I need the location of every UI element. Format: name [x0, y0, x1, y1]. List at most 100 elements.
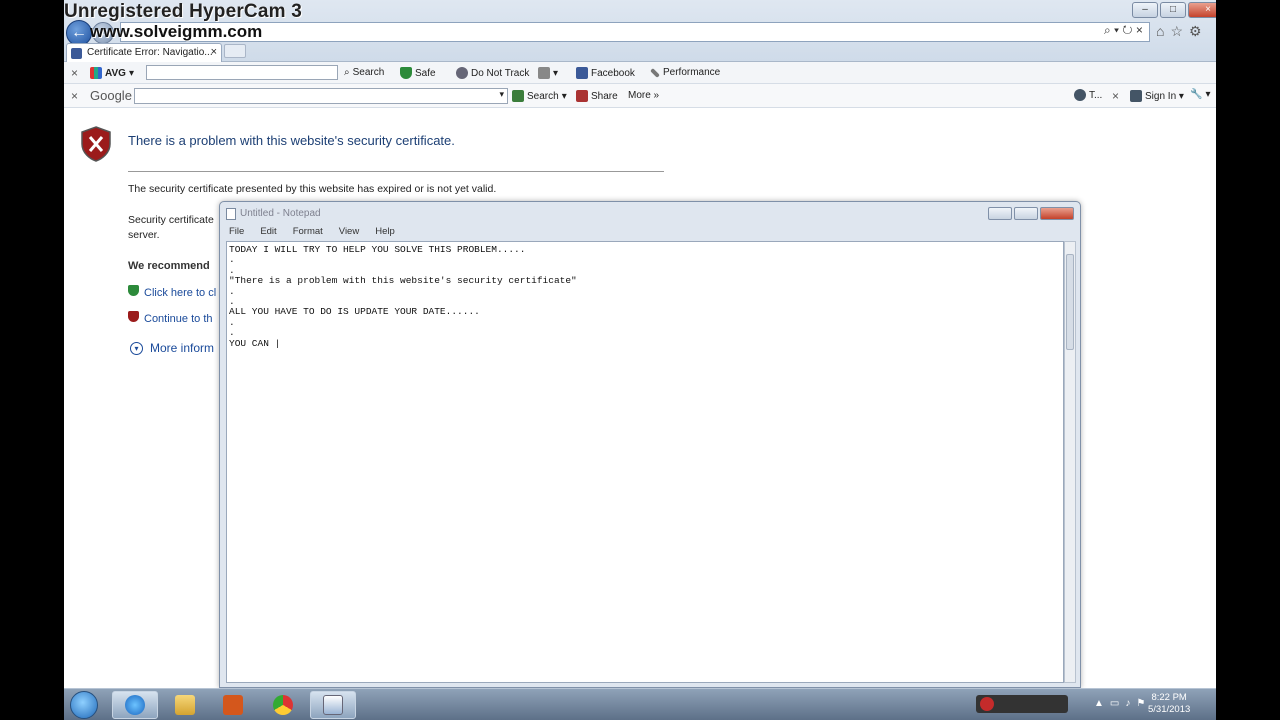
close-window-button[interactable]: × — [1188, 2, 1216, 18]
search-icon — [512, 90, 524, 102]
favorites-icon[interactable]: ☆ — [1170, 23, 1183, 40]
translate-icon — [1074, 89, 1086, 101]
shield-error-icon — [81, 126, 111, 162]
internet-explorer-icon — [125, 695, 145, 715]
user-icon — [1130, 90, 1142, 102]
avg-toolbar: × AVG ▾ ⌕ Search Safe Do Not Track ▾ Fac… — [64, 62, 1216, 84]
hypercam-tray[interactable] — [976, 695, 1068, 713]
maximize-button[interactable]: □ — [1160, 2, 1186, 18]
error-description: The security certificate presented by th… — [128, 183, 497, 195]
tab-close-icon[interactable]: × — [211, 46, 217, 58]
vertical-scrollbar[interactable] — [1064, 241, 1076, 683]
facebook-button[interactable]: Facebook — [576, 67, 635, 79]
wrench-button[interactable]: 🔧 ▾ — [1190, 89, 1210, 100]
share-button[interactable]: Share — [576, 90, 618, 102]
clipboard-button[interactable]: ▾ — [538, 67, 558, 79]
error-detail: Security certificate server. — [128, 214, 214, 241]
google-logo: Google — [90, 88, 132, 103]
avg-search-input[interactable] — [146, 65, 338, 80]
notepad-window: Untitled - Notepad File Edit Format View… — [219, 201, 1081, 688]
facebook-icon — [576, 67, 588, 79]
new-tab-button[interactable] — [224, 44, 246, 58]
menu-format[interactable]: Format — [290, 226, 326, 240]
screen: ← → ⌕ ▾ ↻ × ⌂ ☆ ⚙ – □ × Certificate Erro… — [64, 0, 1216, 720]
green-shield-icon — [128, 285, 139, 296]
google-search-input[interactable]: ▾ — [134, 88, 508, 104]
browser-right-icons: ⌂ ☆ ⚙ — [1156, 23, 1202, 40]
watermark-url: www.solveigmm.com — [90, 22, 263, 41]
chevron-down-icon[interactable]: ▾ — [130, 342, 143, 355]
menu-edit[interactable]: Edit — [257, 226, 279, 240]
media-icon — [223, 695, 243, 715]
page-title: There is a problem with this website's s… — [128, 133, 455, 148]
clipboard-icon — [538, 67, 550, 79]
menu-help[interactable]: Help — [372, 226, 398, 240]
clock[interactable]: 8:22 PM 5/31/2013 — [1148, 692, 1190, 716]
taskbar-chrome[interactable] — [260, 691, 306, 719]
google-toolbar: × Google ▾ Search ▾ Share More » T... × … — [64, 84, 1216, 108]
translate-button[interactable]: T... — [1074, 89, 1102, 101]
minimize-button[interactable] — [988, 207, 1012, 220]
notepad-window-controls — [988, 207, 1074, 220]
clock-time: 8:22 PM — [1151, 692, 1187, 703]
notepad-title: Untitled - Notepad — [240, 208, 321, 219]
letterbox-right — [1216, 0, 1280, 720]
close-webpage-link[interactable]: Click here to cl — [144, 287, 216, 299]
red-shield-icon — [128, 311, 139, 322]
close-icon[interactable]: × — [1112, 89, 1119, 103]
notepad-text-area[interactable]: TODAY I WILL TRY TO HELP YOU SOLVE THIS … — [226, 241, 1064, 683]
performance-button[interactable]: Performance — [650, 67, 720, 78]
start-button[interactable] — [70, 691, 98, 719]
share-icon — [576, 90, 588, 102]
shield-icon — [400, 67, 412, 79]
address-bar[interactable] — [120, 22, 1150, 42]
taskbar-explorer[interactable] — [162, 691, 208, 719]
notepad-icon — [226, 208, 236, 220]
more-button[interactable]: More » — [628, 90, 659, 101]
toolbar-close-icon[interactable]: × — [71, 66, 78, 80]
wrench-icon — [650, 67, 660, 78]
notepad-icon — [323, 695, 343, 715]
safe-button[interactable]: Safe — [400, 67, 436, 79]
recommendation-heading: We recommend — [128, 260, 210, 272]
address-tools[interactable]: ⌕ ▾ ↻ × — [1104, 23, 1143, 38]
close-window-button[interactable] — [1040, 207, 1074, 220]
avg-icon — [90, 67, 102, 79]
watermark-title: Unregistered HyperCam 3 — [64, 1, 302, 22]
continue-link[interactable]: Continue to th — [144, 313, 213, 325]
menu-view[interactable]: View — [336, 226, 362, 240]
toolbar-close-icon[interactable]: × — [71, 89, 78, 103]
facebook-favicon-icon — [71, 48, 82, 59]
avg-logo[interactable]: AVG ▾ — [90, 67, 134, 79]
minimize-button[interactable]: – — [1132, 2, 1158, 18]
google-search-button[interactable]: Search ▾ — [512, 90, 567, 102]
gear-icon[interactable]: ⚙ — [1189, 23, 1202, 40]
tab-certificate-error[interactable]: Certificate Error: Navigatio... × — [66, 43, 222, 62]
scrollbar-thumb[interactable] — [1066, 254, 1074, 350]
eye-icon — [456, 67, 468, 79]
taskbar: ▲▭♪⚑ 8:22 PM 5/31/2013 — [64, 688, 1216, 720]
window-controls: – □ × — [1132, 2, 1216, 18]
chrome-icon — [273, 695, 293, 715]
tab-title: Certificate Error: Navigatio... — [87, 47, 213, 58]
chevron-down-icon[interactable]: ▾ — [499, 89, 504, 100]
search-icon: ⌕ — [344, 67, 350, 78]
taskbar-media[interactable] — [210, 691, 256, 719]
wrench-icon: 🔧 — [1190, 89, 1203, 100]
menu-file[interactable]: File — [226, 226, 247, 240]
do-not-track-button[interactable]: Do Not Track — [456, 67, 529, 79]
home-icon[interactable]: ⌂ — [1156, 23, 1164, 40]
clock-date: 5/31/2013 — [1148, 704, 1191, 715]
taskbar-internet-explorer[interactable] — [112, 691, 158, 719]
more-information-link[interactable]: More inform — [150, 341, 214, 355]
sign-in-button[interactable]: Sign In ▾ — [1130, 90, 1184, 102]
record-icon — [980, 697, 994, 711]
letterbox-left — [0, 0, 64, 720]
maximize-button[interactable] — [1014, 207, 1038, 220]
taskbar-notepad[interactable] — [310, 691, 356, 719]
avg-search-button[interactable]: ⌕ Search — [344, 67, 384, 78]
folder-icon — [175, 695, 195, 715]
divider — [128, 171, 664, 172]
notepad-menubar: File Edit Format View Help — [226, 226, 1074, 240]
system-tray-icons[interactable]: ▲▭♪⚑ — [1094, 698, 1151, 709]
